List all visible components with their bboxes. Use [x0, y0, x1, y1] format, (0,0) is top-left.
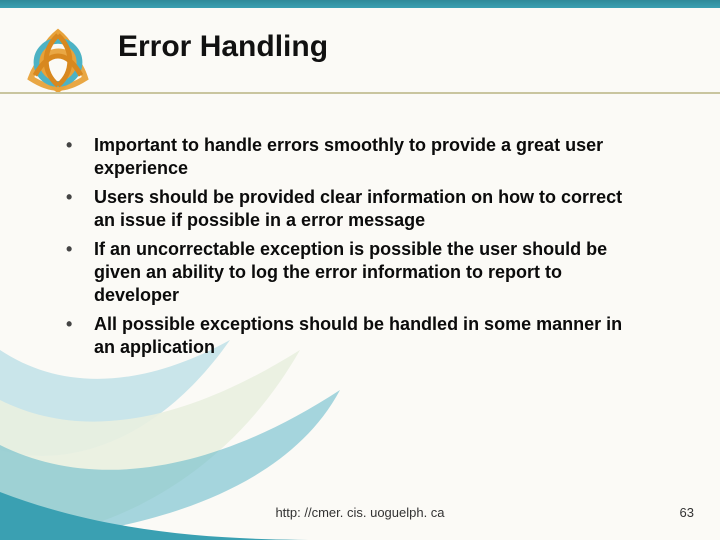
- bullet-list: Important to handle errors smoothly to p…: [60, 134, 640, 365]
- slide: Error Handling Important to handle error…: [0, 0, 720, 540]
- slide-title: Error Handling: [118, 30, 328, 64]
- triquetra-knot-icon: [22, 28, 94, 94]
- top-accent-bar: [0, 0, 720, 8]
- bullet-item: Users should be provided clear informati…: [60, 186, 640, 232]
- page-number: 63: [680, 505, 694, 520]
- footer-url: http: //cmer. cis. uoguelph. ca: [0, 505, 720, 520]
- header-divider: [0, 92, 720, 94]
- bullet-item: If an uncorrectable exception is possibl…: [60, 238, 640, 307]
- bullet-item: Important to handle errors smoothly to p…: [60, 134, 640, 180]
- bullet-item: All possible exceptions should be handle…: [60, 313, 640, 359]
